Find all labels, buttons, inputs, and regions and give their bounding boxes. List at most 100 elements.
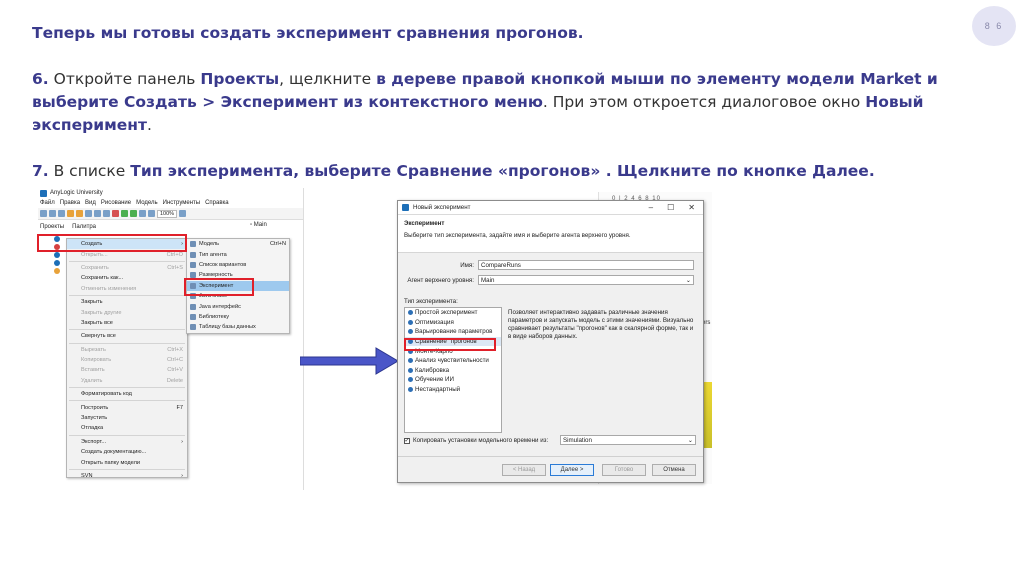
submenu-item[interactable]: Тип агента bbox=[187, 249, 289, 259]
experiment-type-item[interactable]: Оптимизация bbox=[405, 318, 501, 328]
submenu-item[interactable]: Список вариантов bbox=[187, 260, 289, 270]
submenu-item[interactable]: Модель Ctrl+N bbox=[187, 239, 289, 249]
menu-file[interactable]: Файл bbox=[40, 200, 55, 206]
tree-item-icon[interactable] bbox=[54, 268, 60, 274]
copy-icon[interactable] bbox=[94, 210, 101, 217]
maximize-icon[interactable]: ☐ bbox=[667, 203, 674, 212]
submenu-item-label: Модель bbox=[199, 241, 220, 248]
tab-palette[interactable]: Палитра bbox=[72, 224, 96, 230]
run-icon[interactable] bbox=[130, 210, 137, 217]
finish-button[interactable]: Готово bbox=[602, 464, 646, 476]
experiment-type-item[interactable]: Калибровка bbox=[405, 366, 501, 376]
context-menu-item[interactable]: Форматировать код bbox=[67, 389, 187, 399]
dialog-window-title: Новый эксперимент bbox=[413, 204, 471, 211]
experiment-type-label: Варьирование параметров bbox=[415, 328, 493, 336]
experiment-type-item[interactable]: Простой эксперимент bbox=[405, 308, 501, 318]
paste-icon[interactable] bbox=[103, 210, 110, 217]
close-icon[interactable]: ✕ bbox=[688, 203, 695, 212]
context-menu-item-label: Отменить изменения bbox=[81, 285, 137, 292]
new-icon[interactable] bbox=[40, 210, 47, 217]
context-menu-item[interactable]: SVN › bbox=[67, 471, 187, 481]
zoom-level[interactable]: 100% bbox=[157, 209, 178, 218]
context-menu-item[interactable]: Отладка bbox=[67, 423, 187, 433]
agent-select[interactable]: Main ⌄ bbox=[478, 275, 694, 285]
context-menu-item[interactable]: Экспорт... › bbox=[67, 437, 187, 447]
copy-source-select[interactable]: Simulation ⌄ bbox=[560, 435, 696, 445]
tab-main-label: Main bbox=[253, 222, 267, 228]
undo-icon[interactable] bbox=[67, 210, 74, 217]
cut-icon[interactable] bbox=[85, 210, 92, 217]
context-menu-item-label: Закрыть другие bbox=[81, 309, 122, 316]
back-button[interactable]: < Назад bbox=[502, 464, 546, 476]
experiment-type-item[interactable]: Обучение ИИ bbox=[405, 375, 501, 385]
context-menu: Создать › Открыть... Ctrl+O Сохранить Ctrl+S С… bbox=[66, 238, 188, 481]
context-menu-item[interactable]: Запустить bbox=[67, 413, 187, 423]
zoom-in-icon[interactable] bbox=[179, 210, 187, 217]
context-menu-item[interactable]: Удалить Delete bbox=[67, 376, 187, 386]
context-menu-item[interactable]: Копировать Ctrl+C bbox=[67, 355, 187, 365]
tree-item-icon[interactable] bbox=[54, 252, 60, 258]
tree-item-icon[interactable] bbox=[54, 260, 60, 266]
context-menu-item[interactable]: Закрыть bbox=[67, 297, 187, 307]
experiment-type-item[interactable]: Варьирование параметров bbox=[405, 327, 501, 337]
context-menu-item[interactable]: Отменить изменения bbox=[67, 284, 187, 294]
minimize-icon[interactable]: – bbox=[649, 203, 653, 212]
experiment-type-label: Калибровка bbox=[415, 366, 450, 374]
agent-select-value: Main bbox=[481, 276, 495, 284]
open-icon[interactable] bbox=[49, 210, 56, 217]
experiment-type-icon bbox=[408, 319, 413, 325]
debug-icon[interactable] bbox=[139, 210, 146, 217]
context-menu-item-label: Форматировать код bbox=[81, 391, 132, 398]
context-menu-item[interactable]: Вставить Ctrl+V bbox=[67, 365, 187, 375]
menu-help[interactable]: Справка bbox=[205, 200, 229, 206]
experiment-type-item[interactable]: Анализ чувствительности bbox=[405, 356, 501, 366]
tab-projects[interactable]: Проекты bbox=[40, 224, 64, 230]
experiment-type-list[interactable]: Простой эксперимент Оптимизация Варьирован… bbox=[404, 307, 502, 433]
name-input[interactable]: CompareRuns bbox=[478, 260, 694, 270]
cancel-button[interactable]: Отмена bbox=[652, 464, 696, 476]
context-menu-item[interactable]: Открыть папку модели bbox=[67, 457, 187, 467]
next-button[interactable]: Далее > bbox=[550, 464, 594, 476]
context-menu-item[interactable]: Сохранить как... bbox=[67, 273, 187, 283]
submenu-item[interactable]: Библиотеку bbox=[187, 312, 289, 322]
chevron-down-icon: ⌄ bbox=[685, 276, 691, 284]
build-icon[interactable] bbox=[121, 210, 128, 217]
context-menu-item[interactable]: Сохранить Ctrl+S bbox=[67, 263, 187, 273]
anylogic-logo-icon bbox=[40, 189, 47, 197]
context-menu-item[interactable]: Создать документацию... bbox=[67, 447, 187, 457]
step-6: 6. Откройте панель Проекты, щелкните в д… bbox=[32, 68, 992, 137]
context-menu-item-label: SVN bbox=[81, 473, 93, 479]
menu-view[interactable]: Вид bbox=[85, 200, 96, 206]
context-menu-item[interactable]: Закрыть другие bbox=[67, 307, 187, 317]
menu-model[interactable]: Модель bbox=[136, 200, 158, 206]
chevron-down-icon: ⌄ bbox=[687, 436, 693, 444]
context-menu-item-label: Удалить bbox=[81, 377, 103, 384]
submenu-item[interactable]: Java интерфейс bbox=[187, 301, 289, 311]
zoom-out-icon[interactable] bbox=[148, 210, 155, 217]
tab-main[interactable]: ▫ Main bbox=[250, 222, 267, 228]
experiment-type-icon bbox=[408, 329, 413, 335]
save-icon[interactable] bbox=[58, 210, 65, 217]
context-menu-shortcut: Ctrl+V bbox=[167, 367, 183, 374]
context-menu-item[interactable]: Построить F7 bbox=[67, 402, 187, 412]
copy-time-settings-checkbox[interactable]: ✓ bbox=[404, 437, 410, 444]
submenu-item-icon bbox=[190, 241, 196, 248]
dialog-header-description: Выберите тип эксперимента, задайте имя и… bbox=[404, 232, 631, 239]
agent-label: Агент верхнего уровня: bbox=[407, 277, 474, 284]
context-menu-item-label: Построить bbox=[81, 404, 109, 411]
context-menu-item[interactable]: Закрыть все bbox=[67, 318, 187, 328]
experiment-type-item[interactable]: Нестандартный bbox=[405, 385, 501, 395]
menu-draw[interactable]: Рисование bbox=[101, 200, 131, 206]
menu-edit[interactable]: Правка bbox=[60, 200, 80, 206]
context-menu-item-label: Свернуть все bbox=[81, 333, 116, 340]
anylogic-logo-icon bbox=[402, 204, 409, 211]
delete-icon[interactable] bbox=[112, 210, 119, 217]
copy-time-settings-label: Копировать установки модельного времени … bbox=[413, 437, 549, 444]
context-menu-item[interactable]: Вырезать Ctrl+X bbox=[67, 345, 187, 355]
redo-icon[interactable] bbox=[76, 210, 83, 217]
menu-tools[interactable]: Инструменты bbox=[163, 200, 200, 206]
submenu-item-icon bbox=[190, 261, 196, 268]
context-menu-item[interactable]: Свернуть все bbox=[67, 331, 187, 341]
step-6-text-1: Откройте панель bbox=[48, 70, 201, 88]
submenu-item[interactable]: Таблицу базы данных bbox=[187, 322, 289, 332]
